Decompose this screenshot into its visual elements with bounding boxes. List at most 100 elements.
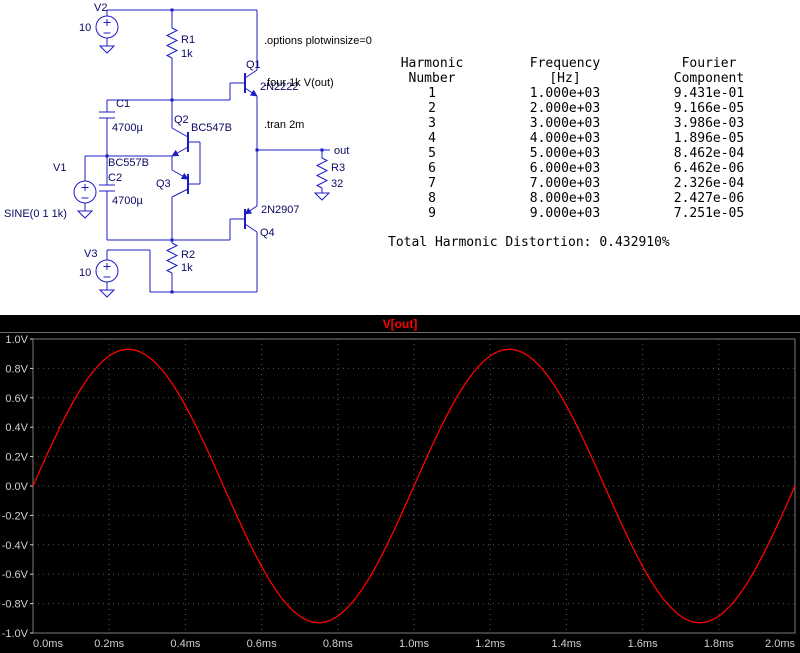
fourier-header-cell: Harmonic — [400, 56, 464, 71]
c2-name-label: C2 — [108, 172, 122, 184]
component-q2[interactable] — [171, 100, 201, 184]
fourier-cell: 3.000e+03 — [529, 116, 601, 131]
directive-line[interactable]: .options plotwinsize=0 — [264, 34, 372, 48]
q1-name-label: Q1 — [246, 59, 261, 71]
component-v1[interactable] — [73, 155, 107, 219]
fourier-cell: 6.462e-06 — [673, 161, 745, 176]
x-tick-label: 1.8ms — [704, 638, 734, 650]
x-tick-label: 2.0ms — [765, 638, 795, 650]
fourier-cell: 9 — [428, 206, 436, 221]
spice-directives[interactable]: .options plotwinsize=0 .four 1k V(out) .… — [264, 6, 372, 160]
directive-line[interactable]: .four 1k V(out) — [264, 76, 372, 90]
x-tick-label: 1.6ms — [628, 638, 658, 650]
fourier-cell: 2.326e-04 — [673, 176, 745, 191]
y-tick-label: -0.6V — [2, 569, 29, 581]
r1-value-label: 1k — [181, 48, 193, 60]
plot-title: V[out] — [0, 315, 800, 333]
r1-name-label: R1 — [181, 34, 195, 46]
component-q3[interactable] — [171, 169, 200, 243]
v2-name-label: V2 — [94, 2, 107, 14]
c1-name-label: C1 — [116, 98, 130, 110]
fourier-cell: 2.427e-06 — [673, 191, 745, 206]
fourier-cell: 7 — [428, 176, 436, 191]
q2-name-label: Q2 — [174, 114, 189, 126]
fourier-cell: 9.431e-01 — [673, 86, 745, 101]
fourier-cell: 5.000e+03 — [529, 146, 601, 161]
component-r1[interactable] — [165, 10, 179, 100]
r3-value-label: 32 — [331, 178, 343, 190]
y-tick-label: 1.0V — [5, 334, 28, 346]
y-tick-label: 0.4V — [5, 422, 28, 434]
fourier-cell: 9.000e+03 — [529, 206, 601, 221]
fourier-row: 7 7.000e+03 2.326e-04 — [388, 176, 764, 191]
ground-icon — [313, 192, 331, 201]
component-r2[interactable] — [165, 240, 179, 292]
x-tick-label: 0.6ms — [247, 638, 277, 650]
y-tick-label: -1.0V — [2, 628, 29, 640]
fourier-cell: 2 — [428, 101, 436, 116]
fourier-header-cell: Fourier — [681, 56, 737, 71]
c1-value-label: 4700µ — [112, 122, 143, 134]
fourier-header-cell: Frequency — [529, 56, 601, 71]
fourier-cell: 6 — [428, 161, 436, 176]
fourier-header-cell: [Hz] — [549, 71, 581, 86]
directive-line[interactable]: .tran 2m — [264, 118, 372, 132]
ground-icon — [98, 45, 116, 54]
fourier-cell: 1.896e-05 — [673, 131, 745, 146]
schematic-pane: V2 10 R1 1k Q1 2N2222 C1 4700µ Q2 BC547B… — [0, 0, 800, 315]
q4-name-label: Q4 — [260, 227, 275, 239]
fourier-cell: 7.000e+03 — [529, 176, 601, 191]
fourier-cell: 8.462e-04 — [673, 146, 745, 161]
v1-value-label: SINE(0 1 1k) — [4, 208, 67, 220]
x-tick-label: 0.2ms — [94, 638, 124, 650]
thd-line: Total Harmonic Distortion: 0.432910% — [388, 235, 670, 250]
v1-name-label: V1 — [53, 162, 66, 174]
component-v2[interactable] — [95, 9, 257, 54]
fourier-cell: 8 — [428, 191, 436, 206]
v2-value-label: 10 — [79, 22, 91, 34]
fourier-row: 1 1.000e+03 9.431e-01 — [388, 86, 764, 101]
y-tick-label: -0.4V — [2, 540, 29, 552]
v3-value-label: 10 — [79, 267, 91, 279]
fourier-cell: 4.000e+03 — [529, 131, 601, 146]
y-tick-label: 0.2V — [5, 452, 28, 464]
component-v3[interactable] — [95, 249, 257, 298]
waveform-plot-canvas[interactable]: 0.0ms 0.2ms 0.4ms 0.6ms 0.8ms 1.0ms 1.2ms 1.4ms… — [0, 333, 800, 653]
y-tick-label: -0.2V — [2, 510, 29, 522]
fourier-analysis-log: Harmonic Frequency Fourier Number [Hz] C… — [388, 56, 764, 250]
vout-trace — [32, 348, 796, 624]
x-tick-label: 1.2ms — [475, 638, 505, 650]
r2-name-label: R2 — [181, 249, 195, 261]
q4-type-label: 2N2907 — [261, 204, 300, 216]
fourier-cell: 9.166e-05 — [673, 101, 745, 116]
fourier-cell: 6.000e+03 — [529, 161, 601, 176]
fourier-header-cell: Component — [673, 71, 745, 86]
fourier-cell: 1 — [428, 86, 436, 101]
fourier-cell: 3 — [428, 116, 436, 131]
fourier-row: 5 5.000e+03 8.462e-04 — [388, 146, 764, 161]
waveform-pane[interactable]: V[out] 0.0ms 0.2ms 0.4ms 0.6ms 0.8ms 1.0ms 1.2… — [0, 315, 800, 653]
x-tick-label: 0.4ms — [170, 638, 200, 650]
ground-icon — [76, 210, 94, 219]
q3-name-label: Q3 — [156, 178, 171, 190]
fourier-cell: 3.986e-03 — [673, 116, 745, 131]
r3-name-label: R3 — [331, 162, 345, 174]
v3-name-label: V3 — [84, 248, 97, 260]
y-tick-label: 0.0V — [5, 481, 28, 493]
y-tick-label: 0.8V — [5, 363, 28, 375]
fourier-cell: 4 — [428, 131, 436, 146]
fourier-row: 8 8.000e+03 2.427e-06 — [388, 191, 764, 206]
fourier-cell: 7.251e-05 — [673, 206, 745, 221]
q3-type-label: BC557B — [108, 157, 149, 169]
y-tick-label: -0.8V — [2, 599, 29, 611]
y-tick-label: 0.6V — [5, 393, 28, 405]
fourier-header-cell: Number — [408, 71, 456, 86]
x-tick-label: 0.0ms — [33, 638, 63, 650]
x-tick-label: 0.8ms — [323, 638, 353, 650]
c2-value-label: 4700µ — [112, 195, 143, 207]
ground-icon — [98, 289, 116, 298]
x-tick-label: 1.0ms — [399, 638, 429, 650]
fourier-row: 6 6.000e+03 6.462e-06 — [388, 161, 764, 176]
fourier-cell: 5 — [428, 146, 436, 161]
r2-value-label: 1k — [181, 262, 193, 274]
